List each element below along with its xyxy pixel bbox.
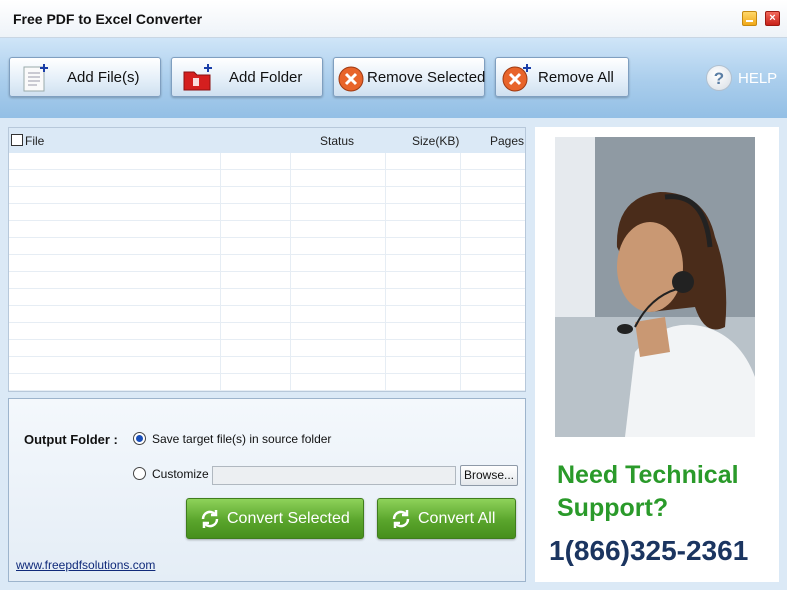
support-agent-photo <box>555 137 755 437</box>
browse-button[interactable]: Browse... <box>460 465 518 486</box>
remove-all-icon <box>502 64 531 92</box>
toolbar: Add File(s) Add Folder Remove Selected R… <box>0 38 787 118</box>
remove-all-button[interactable]: Remove All <box>495 57 629 97</box>
add-file-icon <box>23 64 48 92</box>
table-row <box>9 238 525 255</box>
website-link[interactable]: www.freepdfsolutions.com <box>16 558 155 572</box>
minimize-button[interactable] <box>742 11 757 26</box>
table-row <box>9 170 525 187</box>
convert-icon <box>392 510 410 528</box>
convert-icon <box>201 510 219 528</box>
convert-selected-button[interactable]: Convert Selected <box>186 498 364 539</box>
add-folder-button[interactable]: Add Folder <box>171 57 323 97</box>
support-ad[interactable]: Need Technical Support? 1(866)325-2361 <box>535 127 779 582</box>
select-all-checkbox[interactable] <box>11 134 23 146</box>
remove-icon <box>338 66 364 92</box>
output-panel: Output Folder : Save target file(s) in s… <box>8 398 526 582</box>
column-file[interactable]: File <box>25 134 44 148</box>
table-row <box>9 374 525 391</box>
customize-label: Customize : <box>152 467 216 481</box>
output-folder-label: Output Folder : <box>24 432 118 447</box>
source-folder-label: Save target file(s) in source folder <box>152 432 332 446</box>
support-headline: Need Technical Support? <box>557 461 739 522</box>
table-row <box>9 204 525 221</box>
remove-all-label: Remove All <box>538 69 614 86</box>
table-row <box>9 255 525 272</box>
file-list-body <box>9 153 525 391</box>
table-row <box>9 323 525 340</box>
help-label: HELP <box>738 70 778 87</box>
table-row <box>9 187 525 204</box>
customize-radio[interactable] <box>133 467 146 480</box>
convert-all-button[interactable]: Convert All <box>377 498 516 539</box>
table-row <box>9 153 525 170</box>
table-row <box>9 272 525 289</box>
table-row <box>9 357 525 374</box>
title-bar: Free PDF to Excel Converter × <box>0 0 787 38</box>
table-row <box>9 289 525 306</box>
column-status[interactable]: Status <box>320 134 354 148</box>
window-title: Free PDF to Excel Converter <box>13 11 203 27</box>
remove-selected-label: Remove Selected <box>367 69 486 86</box>
add-folder-label: Add Folder <box>229 69 303 86</box>
remove-selected-button[interactable]: Remove Selected <box>333 57 485 97</box>
close-button[interactable]: × <box>765 11 780 26</box>
support-phone: 1(866)325-2361 <box>549 535 749 566</box>
custom-path-input[interactable] <box>212 466 456 485</box>
table-row <box>9 306 525 323</box>
table-row <box>9 221 525 238</box>
convert-selected-label: Convert Selected <box>227 510 350 527</box>
column-pages[interactable]: Pages <box>490 134 524 148</box>
help-icon: ? <box>706 65 732 91</box>
convert-all-label: Convert All <box>418 510 496 527</box>
agent-illustration <box>555 137 755 437</box>
file-list-header: File Status Size(KB) Pages <box>9 128 525 153</box>
file-list[interactable]: File Status Size(KB) Pages <box>8 127 526 392</box>
table-row <box>9 340 525 357</box>
source-folder-radio[interactable] <box>133 432 146 445</box>
column-size[interactable]: Size(KB) <box>412 134 459 148</box>
add-folder-icon <box>183 64 212 91</box>
add-files-button[interactable]: Add File(s) <box>9 57 161 97</box>
add-files-label: Add File(s) <box>67 69 140 86</box>
